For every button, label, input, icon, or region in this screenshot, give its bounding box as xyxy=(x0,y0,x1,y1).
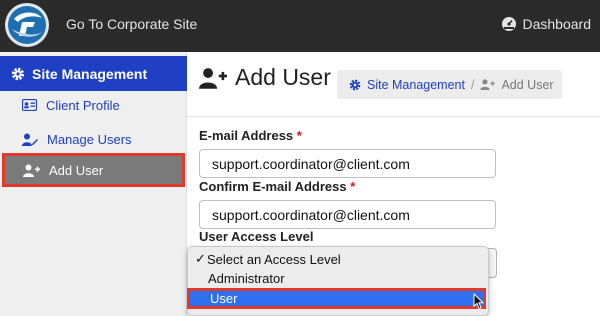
email-field[interactable]: support.coordinator@client.com xyxy=(199,149,496,178)
gear-icon xyxy=(349,79,361,90)
confirm-email-field-value: support.coordinator@client.com xyxy=(212,206,410,223)
breadcrumb-current: Add User xyxy=(501,77,554,92)
page-title-text: Add User xyxy=(235,64,331,90)
access-level-label: User Access Level xyxy=(199,229,314,244)
dashboard-link[interactable]: Dashboard xyxy=(501,16,592,32)
user-plus-icon xyxy=(199,67,227,89)
corporate-site-link[interactable]: Go To Corporate Site xyxy=(66,16,197,32)
company-logo[interactable] xyxy=(4,2,50,48)
confirm-email-label: Confirm E-mail Address * xyxy=(199,179,355,194)
user-edit-icon xyxy=(22,133,38,146)
id-card-icon xyxy=(22,99,37,111)
confirm-email-label-text: Confirm E-mail Address xyxy=(199,179,347,194)
option-label: User xyxy=(210,291,238,306)
access-option-administrator[interactable]: Administrator xyxy=(188,268,490,288)
divider xyxy=(187,116,600,117)
sidebar-item-manage-users[interactable]: Manage Users xyxy=(0,122,187,156)
confirm-email-field[interactable]: support.coordinator@client.com xyxy=(199,200,496,229)
page-title: Add User xyxy=(199,64,331,91)
top-bar: Go To Corporate Site Dashboard xyxy=(0,0,600,52)
option-label: Select an Access Level xyxy=(207,251,341,267)
required-mark: * xyxy=(350,179,356,194)
user-plus-icon xyxy=(23,164,40,177)
breadcrumb-site-management[interactable]: Site Management xyxy=(367,78,465,92)
access-level-dropdown: ✓ Select an Access Level Administrator U… xyxy=(187,246,489,316)
checkmark-icon: ✓ xyxy=(195,251,206,266)
user-plus-icon xyxy=(480,79,496,90)
sidebar-item-label: Client Profile xyxy=(46,97,120,113)
sidebar: Site Management Client Profile Manage Us… xyxy=(0,52,187,316)
sidebar-item-add-user[interactable]: Add User xyxy=(2,153,185,187)
sidebar-item-label: Add User xyxy=(49,162,104,178)
sidebar-header-label: Site Management xyxy=(32,65,148,82)
mouse-pointer-icon xyxy=(473,293,485,310)
dashboard-label: Dashboard xyxy=(522,16,592,32)
sidebar-item-client-profile[interactable]: Client Profile xyxy=(0,88,187,122)
access-option-user[interactable]: User xyxy=(187,288,486,309)
sidebar-header-site-management[interactable]: Site Management xyxy=(0,56,187,91)
tachometer-icon xyxy=(501,17,516,31)
access-option-select-level[interactable]: ✓ Select an Access Level xyxy=(188,249,490,269)
email-label-text: E-mail Address xyxy=(199,128,294,143)
sidebar-item-label: Manage Users xyxy=(47,131,132,147)
gear-icon xyxy=(11,67,25,80)
breadcrumb: Site Management / Add User xyxy=(337,70,562,99)
breadcrumb-separator: / xyxy=(470,77,475,92)
email-field-value: support.coordinator@client.com xyxy=(212,155,410,172)
required-mark: * xyxy=(296,128,302,143)
email-label: E-mail Address * xyxy=(199,128,302,143)
option-label: Administrator xyxy=(208,270,285,286)
